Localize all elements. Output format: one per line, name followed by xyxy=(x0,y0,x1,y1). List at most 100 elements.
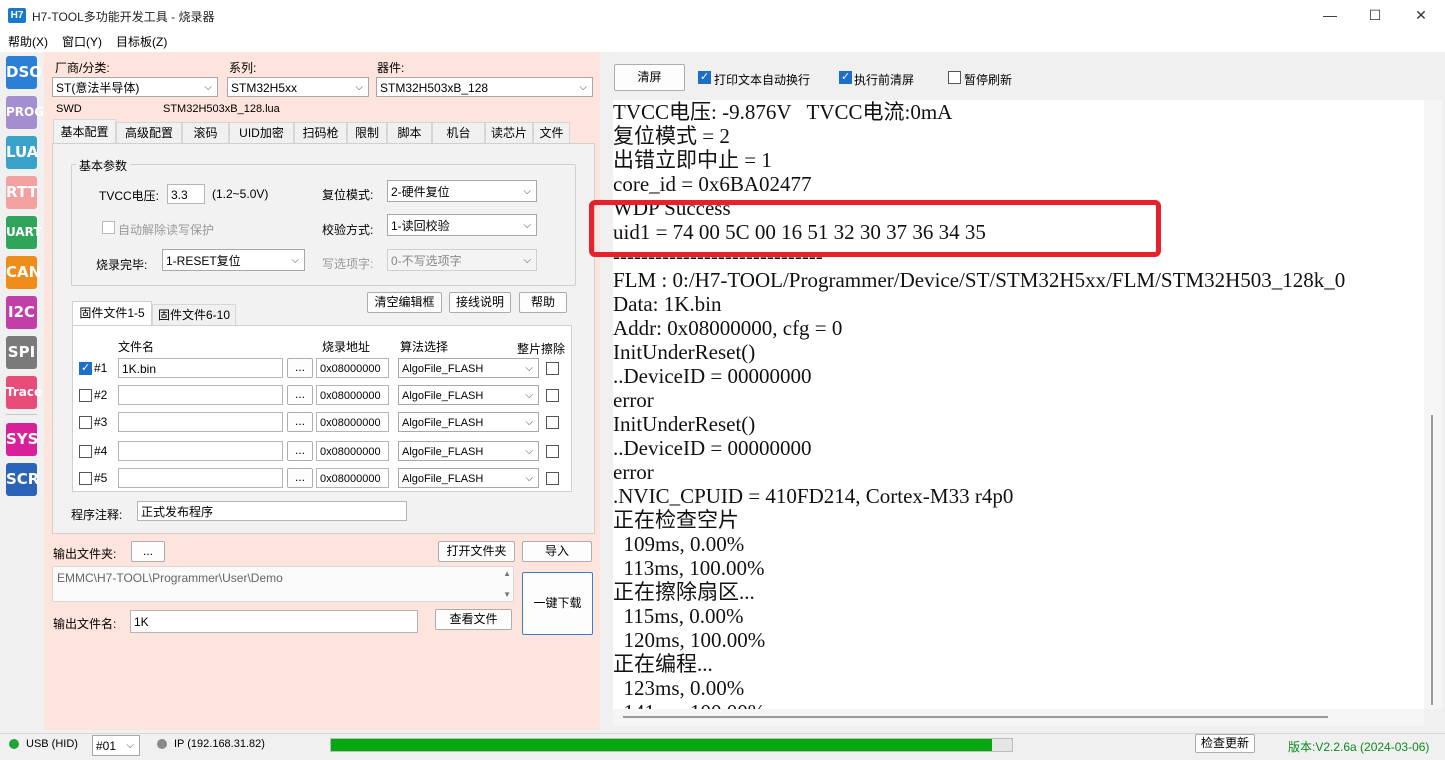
tab-tab-7[interactable]: 机台 xyxy=(432,122,485,143)
app-icon: H7 xyxy=(8,8,26,23)
scroll-down-icon[interactable]: ▼ xyxy=(503,590,511,599)
output-folder-browse-button[interactable]: ... xyxy=(131,541,165,562)
file-row-checkbox[interactable] xyxy=(79,445,92,458)
tool-button-uart[interactable]: UART xyxy=(6,216,42,249)
file-row-checkbox[interactable] xyxy=(79,472,92,485)
verify-select[interactable]: 1-读回校验 ⌵ xyxy=(387,214,537,236)
clear-before-run-checkbox[interactable] xyxy=(839,70,852,84)
chevron-down-icon: ⌵ xyxy=(291,255,299,266)
output-folder-path-box[interactable]: EMMC\H7-TOOL\Programmer\User\Demo ▲ ▼ xyxy=(52,566,514,602)
full-erase-checkbox[interactable] xyxy=(546,362,559,375)
tool-button-rtt[interactable]: RTT xyxy=(6,176,38,209)
algorithm-select[interactable]: AlgoFile_FLASH ⌵ xyxy=(398,441,539,461)
address-input[interactable]: 0x08000000 xyxy=(316,358,389,378)
file-name-input[interactable] xyxy=(118,412,283,432)
tvcc-input[interactable]: 3.3 xyxy=(167,184,205,204)
algorithm-select[interactable]: AlgoFile_FLASH ⌵ xyxy=(398,412,539,432)
file-browse-button[interactable]: ... xyxy=(287,412,313,432)
open-folder-button[interactable]: 打开文件夹 xyxy=(438,541,515,562)
note-input[interactable]: 正式发布程序 xyxy=(137,501,407,521)
menu-help[interactable]: 帮助(X) xyxy=(8,33,48,50)
file-tab-6-10[interactable]: 固件文件6-10 xyxy=(152,304,236,325)
clear-editor-button[interactable]: 清空编辑框 xyxy=(367,292,442,313)
full-erase-checkbox[interactable] xyxy=(546,389,559,402)
pause-refresh-checkbox[interactable] xyxy=(948,71,961,84)
file-browse-button[interactable]: ... xyxy=(287,385,313,405)
clear-screen-button[interactable]: 清屏 xyxy=(614,64,685,91)
tool-button-scr[interactable]: SCR xyxy=(6,463,39,496)
tab-tab-3[interactable]: UID加密 xyxy=(229,122,294,143)
tool-button-dso[interactable]: DSO xyxy=(6,56,42,89)
file-name-input[interactable]: 1K.bin xyxy=(118,358,283,378)
tab-tab-2[interactable]: 滚码 xyxy=(182,122,229,143)
tool-button-can[interactable]: CAN xyxy=(6,256,41,289)
check-update-button[interactable]: 检查更新 xyxy=(1195,734,1255,753)
scroll-up-icon[interactable]: ▲ xyxy=(503,569,511,578)
tool-button-i2c[interactable]: I2C xyxy=(6,296,37,329)
algorithm-select[interactable]: AlgoFile_FLASH ⌵ xyxy=(398,468,539,488)
menu-target[interactable]: 目标板(Z) xyxy=(116,33,167,50)
one-click-download-button[interactable]: 一键下载 xyxy=(522,572,593,635)
full-erase-checkbox[interactable] xyxy=(546,472,559,485)
full-erase-checkbox[interactable] xyxy=(546,445,559,458)
address-input[interactable]: 0x08000000 xyxy=(316,468,389,488)
tab-tab-4[interactable]: 扫码枪 xyxy=(294,122,347,143)
file-row-index: #3 xyxy=(94,415,108,429)
file-row-checkbox[interactable] xyxy=(79,361,92,375)
console-hscrollbar[interactable] xyxy=(613,709,1424,726)
series-select[interactable]: STM32H5xx ⌵ xyxy=(227,77,369,97)
full-erase-checkbox[interactable] xyxy=(546,416,559,429)
part-select[interactable]: STM32H503xB_128 ⌵ xyxy=(376,77,593,97)
console-line: ..DeviceID = 00000000 xyxy=(613,436,812,460)
output-name-input[interactable]: 1K xyxy=(130,610,418,633)
algorithm-select[interactable]: AlgoFile_FLASH ⌵ xyxy=(398,385,539,405)
reset-mode-select[interactable]: 2-硬件复位 ⌵ xyxy=(387,180,537,202)
address-input[interactable]: 0x08000000 xyxy=(316,412,389,432)
maximize-button[interactable]: ☐ xyxy=(1352,0,1398,30)
import-button[interactable]: 导入 xyxy=(522,541,592,562)
file-tab-1-5[interactable]: 固件文件1-5 xyxy=(72,301,152,325)
auto-unlock-checkbox[interactable] xyxy=(102,221,115,234)
tab-tab-1[interactable]: 高级配置 xyxy=(116,122,182,143)
tab-tab-5[interactable]: 限制 xyxy=(347,122,387,143)
vendor-select[interactable]: ST(意法半导体) ⌵ xyxy=(52,77,218,97)
file-row-checkbox[interactable] xyxy=(79,416,92,429)
help-button[interactable]: 帮助 xyxy=(519,292,567,313)
file-name-input[interactable] xyxy=(118,441,283,461)
tool-button-spi[interactable]: SPI xyxy=(6,336,37,369)
tab-tab-8[interactable]: 读芯片 xyxy=(485,122,533,143)
file-browse-button[interactable]: ... xyxy=(287,468,313,488)
device-number-select[interactable]: #01 ⌵ xyxy=(92,735,140,756)
output-name-label: 输出文件名: xyxy=(53,617,117,631)
finish-select[interactable]: 1-RESET复位 ⌵ xyxy=(162,249,305,271)
tab-tab-9[interactable]: 文件 xyxy=(533,122,570,143)
algorithm-value: AlgoFile_FLASH xyxy=(402,446,484,458)
tool-button-sys[interactable]: SYS xyxy=(6,423,38,456)
file-row-checkbox[interactable] xyxy=(79,389,92,402)
menu-window[interactable]: 窗口(Y) xyxy=(62,33,102,50)
hscroll-thumb[interactable] xyxy=(623,716,1328,718)
chevron-down-icon: ⌵ xyxy=(523,186,531,197)
vscroll-thumb[interactable] xyxy=(1431,415,1433,705)
file-browse-button[interactable]: ... xyxy=(287,358,313,378)
console-vscrollbar[interactable] xyxy=(1424,100,1442,709)
close-button[interactable]: ✕ xyxy=(1398,0,1444,30)
tool-button-lua[interactable]: LUA xyxy=(6,136,38,169)
wiring-button[interactable]: 接线说明 xyxy=(449,292,511,313)
auto-wrap-checkbox[interactable] xyxy=(698,70,711,84)
address-input[interactable]: 0x08000000 xyxy=(316,385,389,405)
tab-basic-config[interactable]: 基本配置 xyxy=(53,119,116,143)
file-name-input[interactable] xyxy=(118,468,283,488)
file-name-input[interactable] xyxy=(118,385,283,405)
minimize-button[interactable]: — xyxy=(1307,0,1353,30)
menu-bar xyxy=(0,30,1445,52)
file-browse-button[interactable]: ... xyxy=(287,441,313,461)
option-bytes-select[interactable]: 0-不写选项字 ⌵ xyxy=(387,249,537,271)
view-file-button[interactable]: 查看文件 xyxy=(435,609,512,630)
tool-button-prog[interactable]: PROG xyxy=(6,96,44,129)
tab-tab-6[interactable]: 脚本 xyxy=(387,122,432,143)
algorithm-select[interactable]: AlgoFile_FLASH ⌵ xyxy=(398,358,539,378)
address-input[interactable]: 0x08000000 xyxy=(316,441,389,461)
console-output[interactable]: TVCC电压: -9.876V TVCC电流:0mA 复位模式 = 2 出错立即中止… xyxy=(613,100,1424,709)
tool-button-trace[interactable]: Trace xyxy=(6,376,42,409)
